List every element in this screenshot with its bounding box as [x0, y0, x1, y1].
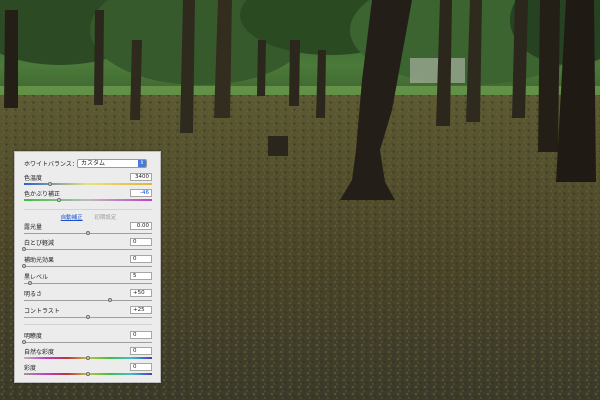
clarity-label: 明瞭度: [24, 333, 43, 340]
brightness-thumb[interactable]: [107, 298, 112, 302]
tint-field[interactable]: -46: [130, 189, 152, 197]
tint-track: [24, 199, 152, 201]
white-balance-value: カスタム: [81, 159, 106, 167]
blacks-label: 黒レベル: [24, 274, 49, 281]
recovery-thumb[interactable]: [22, 247, 26, 251]
contrast-thumb[interactable]: [86, 315, 90, 319]
basic-adjustments-panel: ホワイトバランス： カスタム ⇕ 色温度 3400 色かぶり補正 -46 自動補…: [14, 151, 161, 383]
brightness-track: [24, 300, 152, 301]
divider: [24, 324, 152, 325]
blacks-track: [24, 283, 152, 284]
recovery-slider[interactable]: [22, 247, 152, 252]
updown-arrows-icon: ⇕: [138, 159, 146, 167]
saturation-slider[interactable]: [24, 372, 152, 377]
exposure-thumb[interactable]: [86, 231, 90, 235]
fill-light-thumb[interactable]: [22, 264, 26, 268]
clarity-slider[interactable]: [22, 340, 152, 345]
saturation-label: 彩度: [24, 365, 37, 372]
temperature-field[interactable]: 3400: [130, 173, 152, 181]
saturation-field[interactable]: 0: [130, 363, 152, 371]
saturation-thumb[interactable]: [86, 372, 90, 376]
divider: [24, 209, 152, 210]
recovery-label: 白とび軽減: [24, 240, 55, 247]
vibrance-label: 自然な彩度: [24, 349, 55, 356]
recovery-field[interactable]: 0: [130, 238, 152, 246]
brightness-slider[interactable]: [24, 298, 152, 303]
white-balance-row: ホワイトバランス： カスタム ⇕: [24, 158, 147, 168]
blacks-field[interactable]: 5: [130, 272, 152, 280]
exposure-label: 露光量: [24, 224, 43, 231]
default-link: 初期設定: [94, 215, 117, 221]
temperature-label: 色温度: [24, 175, 43, 182]
auto-link[interactable]: 自動補正: [61, 215, 83, 221]
white-balance-label: ホワイトバランス：: [24, 160, 78, 168]
brightness-field[interactable]: +50: [130, 289, 152, 297]
blacks-slider[interactable]: [24, 281, 152, 286]
tint-thumb[interactable]: [56, 198, 61, 202]
auto-default-links: 自動補正 初期設定: [15, 213, 162, 221]
clarity-thumb[interactable]: [22, 340, 26, 344]
fill-light-track: [24, 266, 152, 267]
vibrance-field[interactable]: 0: [130, 347, 152, 355]
tint-slider[interactable]: [24, 198, 152, 203]
blacks-thumb[interactable]: [28, 281, 33, 285]
brightness-label: 明るさ: [24, 291, 43, 298]
exposure-field[interactable]: 0.00: [130, 222, 152, 230]
contrast-label: コントラスト: [24, 308, 60, 315]
temperature-track: [24, 183, 152, 185]
exposure-slider[interactable]: [24, 231, 152, 236]
contrast-slider[interactable]: [24, 315, 152, 320]
vibrance-thumb[interactable]: [86, 356, 90, 360]
clarity-track: [24, 342, 152, 343]
vibrance-slider[interactable]: [24, 356, 152, 361]
fill-light-field[interactable]: 0: [130, 255, 152, 263]
recovery-track: [24, 249, 152, 250]
fill-light-label: 補助光効果: [24, 257, 55, 264]
contrast-field[interactable]: +25: [130, 306, 152, 314]
fill-light-slider[interactable]: [22, 264, 152, 269]
white-balance-select[interactable]: カスタム ⇕: [77, 158, 147, 168]
temperature-slider[interactable]: [24, 182, 152, 187]
tint-label: 色かぶり補正: [24, 191, 61, 198]
temperature-thumb[interactable]: [47, 182, 52, 186]
clarity-field[interactable]: 0: [130, 331, 152, 339]
